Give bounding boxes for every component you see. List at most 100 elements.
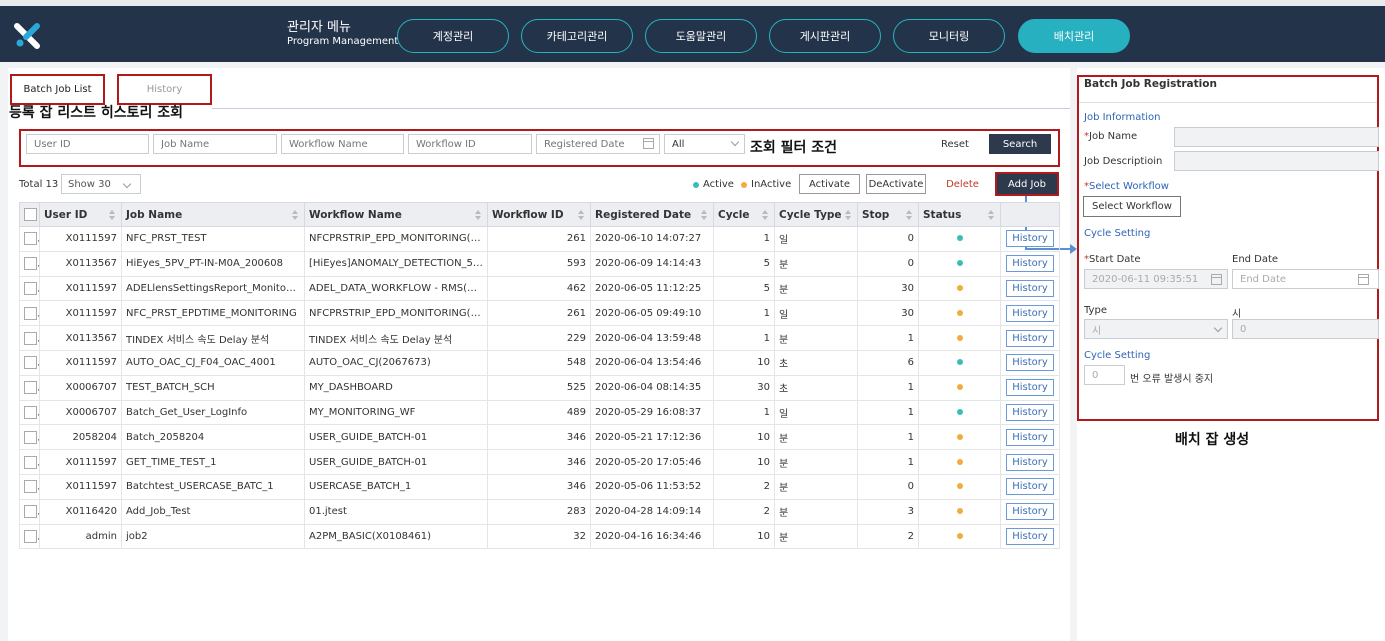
registered-date-filter[interactable] (536, 134, 660, 154)
col-user-id[interactable]: User ID (39, 202, 122, 227)
sort-icon[interactable] (762, 210, 768, 220)
tab-batch-job-list[interactable]: Batch Job List (10, 74, 105, 105)
nav-monitoring[interactable]: 모니터링 (893, 19, 1005, 53)
end-date-field[interactable]: End Date (1232, 269, 1379, 289)
select-workflow-label: *Select Workflow (1084, 181, 1169, 192)
table-row[interactable]: X0111597 NFC_PRST_EPDTIME_MONITORING NFCPR… (19, 300, 1060, 327)
table-row[interactable]: X0111597 ADELlensSettingsReport_Monitorin… (19, 275, 1060, 302)
status-select[interactable]: All (664, 134, 745, 154)
calendar-icon[interactable] (1211, 274, 1222, 285)
calendar-icon[interactable] (1358, 274, 1369, 285)
row-checkbox[interactable] (24, 356, 37, 370)
nav-batch-management[interactable]: 배치관리 (1018, 19, 1130, 53)
registered-date-input[interactable] (544, 138, 652, 150)
table-row[interactable]: X0111597 Batchtest_USERCASE_BATC_1 USERCAS… (19, 473, 1060, 500)
nav-account-management[interactable]: 계정관리 (397, 19, 509, 53)
hour-field[interactable]: 0 (1232, 319, 1379, 339)
col-job-name[interactable]: Job Name (121, 202, 305, 227)
logo-icon[interactable] (14, 23, 40, 49)
user-id-input[interactable] (34, 138, 141, 150)
history-button[interactable]: History (1006, 527, 1054, 545)
row-checkbox[interactable] (24, 480, 37, 494)
history-button[interactable]: History (1006, 478, 1054, 496)
history-button[interactable]: History (1006, 329, 1054, 347)
sort-icon[interactable] (906, 210, 912, 220)
select-workflow-button[interactable]: Select Workflow (1083, 196, 1181, 217)
add-job-button[interactable]: Add Job (995, 172, 1059, 196)
nav-help-management[interactable]: 도움말관리 (645, 19, 757, 53)
type-select[interactable]: 시 (1084, 319, 1228, 339)
row-checkbox[interactable] (24, 306, 37, 320)
col-stop[interactable]: Stop (857, 202, 919, 227)
row-checkbox[interactable] (24, 529, 37, 543)
history-button[interactable]: History (1006, 403, 1054, 421)
tab-history[interactable]: History (117, 74, 212, 105)
workflow-name-filter[interactable] (281, 134, 404, 154)
job-name-filter[interactable] (153, 134, 277, 154)
table-row[interactable]: admin job2 A2PM_BASIC(X0108461) 32 2020-04-1… (19, 523, 1060, 550)
cell-user-id: X0113567 (39, 325, 122, 351)
table-row[interactable]: X0113567 TINDEX 서비스 속도 Delay 분석 TINDEX 서비스… (19, 325, 1060, 351)
reset-button[interactable]: Reset (930, 134, 980, 154)
table-row[interactable]: X0116420 Add_Job_Test 01.jtest 283 2020-04-2… (19, 498, 1060, 525)
row-checkbox[interactable] (24, 281, 37, 295)
calendar-icon[interactable] (643, 138, 654, 149)
col-workflow-id[interactable]: Workflow ID (487, 202, 591, 227)
row-checkbox[interactable] (24, 331, 37, 345)
workflow-id-input[interactable] (416, 138, 524, 150)
table-row[interactable]: X0006707 Batch_Get_User_LogInfo MY_MONITOR… (19, 399, 1060, 426)
history-button[interactable]: History (1006, 503, 1054, 521)
select-all-checkbox[interactable] (24, 208, 37, 221)
job-name-field[interactable] (1174, 127, 1379, 147)
stop-count-field[interactable]: 0 (1084, 365, 1125, 385)
job-description-field[interactable] (1174, 151, 1379, 171)
nav-board-management[interactable]: 게시판관리 (769, 19, 881, 53)
row-checkbox[interactable] (24, 257, 37, 271)
col-status[interactable]: Status (918, 202, 1001, 227)
row-checkbox[interactable] (24, 405, 37, 419)
sort-icon[interactable] (292, 210, 298, 220)
activate-button[interactable]: Activate (799, 174, 860, 194)
sort-icon[interactable] (578, 210, 584, 220)
user-id-filter[interactable] (26, 134, 149, 154)
workflow-id-filter[interactable] (408, 134, 532, 154)
table-row[interactable]: X0006707 TEST_BATCH_SCH MY_DASHBOARD 525 202… (19, 374, 1060, 401)
sort-icon[interactable] (701, 210, 707, 220)
history-button[interactable]: History (1006, 255, 1054, 273)
sort-icon[interactable] (845, 210, 851, 220)
col-cycle[interactable]: Cycle (713, 202, 775, 227)
search-button[interactable]: Search (989, 134, 1051, 154)
col-registered-date[interactable]: Registered Date (590, 202, 714, 227)
table-row[interactable]: X0111597 AUTO_OAC_CJ_F04_OAC_4001 AUTO_OAC… (19, 349, 1060, 376)
history-button[interactable]: History (1006, 428, 1054, 446)
row-checkbox[interactable] (24, 430, 37, 444)
deactivate-button[interactable]: DeActivate (866, 174, 926, 194)
table-row[interactable]: X0111597 GET_TIME_TEST_1 USER_GUIDE_BATCH-… (19, 449, 1060, 475)
history-button[interactable]: History (1006, 279, 1054, 297)
row-checkbox[interactable] (24, 381, 37, 395)
row-checkbox[interactable] (24, 232, 37, 246)
page-size-select[interactable]: Show 30 (61, 174, 141, 194)
sort-icon[interactable] (109, 210, 115, 220)
sort-icon[interactable] (988, 210, 994, 220)
nav-category-management[interactable]: 카테고리관리 (521, 19, 633, 53)
table-row[interactable]: X0113567 HiEyes_5PV_PT-IN-M0A_200608 [HiEy… (19, 250, 1060, 277)
cell-stop: 1 (857, 325, 919, 351)
job-name-input[interactable] (161, 138, 269, 150)
history-button[interactable]: History (1006, 230, 1054, 248)
history-button[interactable]: History (1006, 304, 1054, 322)
table-row[interactable]: 2058204 Batch_2058204 USER_GUIDE_BATCH-01 3… (19, 424, 1060, 451)
cell-history: History (1000, 449, 1060, 475)
sort-icon[interactable] (475, 210, 481, 220)
start-date-field[interactable]: 2020-06-11 09:35:51 (1084, 269, 1228, 289)
table-row[interactable]: X0111597 NFC_PRST_TEST NFCPRSTRIP_EPD_MONI… (19, 226, 1060, 252)
row-checkbox[interactable] (24, 505, 37, 519)
history-button[interactable]: History (1006, 379, 1054, 397)
col-cycle-type[interactable]: Cycle Type (774, 202, 858, 227)
col-workflow-name[interactable]: Workflow Name (304, 202, 488, 227)
row-checkbox[interactable] (24, 455, 37, 469)
workflow-name-input[interactable] (289, 138, 396, 150)
history-button[interactable]: History (1006, 354, 1054, 372)
delete-button[interactable]: Delete (940, 174, 985, 194)
history-button[interactable]: History (1006, 453, 1054, 471)
